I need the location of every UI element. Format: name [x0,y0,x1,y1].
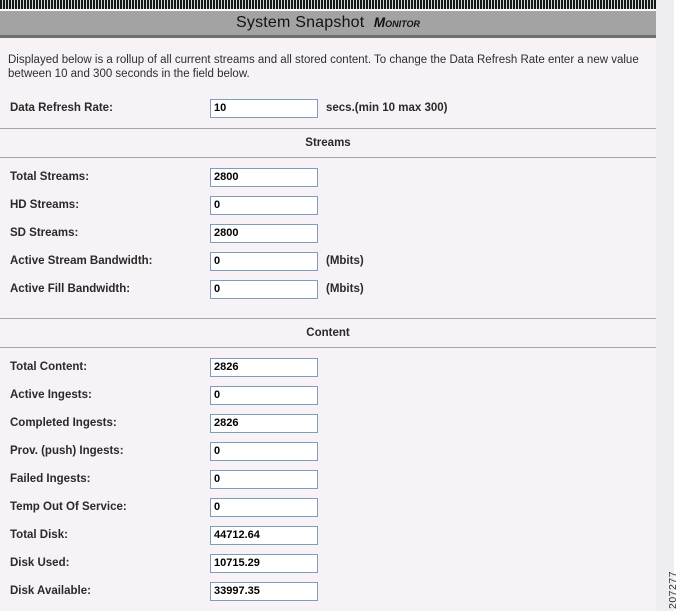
hd-streams-input[interactable] [210,195,318,215]
field-row-completed-ingests: Completed Ingests: [0,409,656,437]
temp-out-of-service-label: Temp Out Of Service: [10,501,127,513]
active-ingests-input[interactable] [210,385,318,405]
streams-section: Total Streams: HD Streams: SD Streams: A… [0,158,656,312]
section-header-streams-label: Streams [305,137,351,149]
field-row-active-stream-bandwidth: Active Stream Bandwidth: (Mbits) [0,247,656,275]
field-row-temp-out-of-service: Temp Out Of Service: [0,493,656,521]
field-row-total-content: Total Content: [0,353,656,381]
field-row-total-disk: Total Disk: [0,521,656,549]
hd-streams-label: HD Streams: [10,199,80,211]
failed-ingests-input[interactable] [210,469,318,489]
refresh-rate-hint: secs.(min 10 max 300) [326,102,448,114]
section-header-content-label: Content [306,327,350,339]
active-ingests-label: Active Ingests: [10,389,92,401]
prov-push-ingests-input[interactable] [210,441,318,461]
intro-text: Displayed below is a rollup of all curre… [8,54,639,80]
completed-ingests-input[interactable] [210,413,318,433]
disk-available-input[interactable] [210,581,318,601]
field-row-hd-streams: HD Streams: [0,191,656,219]
disk-used-input[interactable] [210,553,318,573]
total-content-label: Total Content: [10,361,88,373]
page-mode-label: Monitor [373,15,420,30]
refresh-rate-row: Data Refresh Rate: secs.(min 10 max 300) [0,94,656,122]
figure-number: 207277 [667,570,679,609]
sd-streams-input[interactable] [210,223,318,243]
right-margin-strip [656,0,674,611]
section-header-streams: Streams [0,128,656,158]
total-content-input[interactable] [210,357,318,377]
field-row-sd-streams: SD Streams: [0,219,656,247]
total-disk-label: Total Disk: [10,529,68,541]
active-stream-bandwidth-unit: (Mbits) [326,255,364,267]
field-row-prov-push-ingests: Prov. (push) Ingests: [0,437,656,465]
title-bar: System Snapshot Monitor [0,11,656,38]
sd-streams-label: SD Streams: [10,227,79,239]
active-fill-bandwidth-unit: (Mbits) [326,283,364,295]
page-title: System Snapshot [236,14,365,31]
total-streams-input[interactable] [210,167,318,187]
active-stream-bandwidth-label: Active Stream Bandwidth: [10,255,153,267]
refresh-rate-input[interactable] [210,98,318,118]
section-header-content: Content [0,318,656,348]
disk-used-label: Disk Used: [10,557,70,569]
field-row-active-fill-bandwidth: Active Fill Bandwidth: (Mbits) [0,275,656,303]
field-row-active-ingests: Active Ingests: [0,381,656,409]
refresh-rate-label: Data Refresh Rate: [10,102,113,114]
content-section: Total Content: Active Ingests: Completed… [0,348,656,614]
active-fill-bandwidth-input[interactable] [210,279,318,299]
total-streams-label: Total Streams: [10,171,90,183]
active-fill-bandwidth-label: Active Fill Bandwidth: [10,283,131,295]
field-row-total-streams: Total Streams: [0,163,656,191]
field-row-disk-used: Disk Used: [0,549,656,577]
field-row-disk-available: Disk Available: [0,577,656,605]
completed-ingests-label: Completed Ingests: [10,417,117,429]
system-snapshot-page: System Snapshot Monitor Displayed below … [0,0,656,611]
temp-out-of-service-input[interactable] [210,497,318,517]
failed-ingests-label: Failed Ingests: [10,473,91,485]
active-stream-bandwidth-input[interactable] [210,251,318,271]
disk-available-label: Disk Available: [10,585,91,597]
total-disk-input[interactable] [210,525,318,545]
prov-push-ingests-label: Prov. (push) Ingests: [10,445,124,457]
top-stripe-bar [0,0,656,11]
field-row-failed-ingests: Failed Ingests: [0,465,656,493]
